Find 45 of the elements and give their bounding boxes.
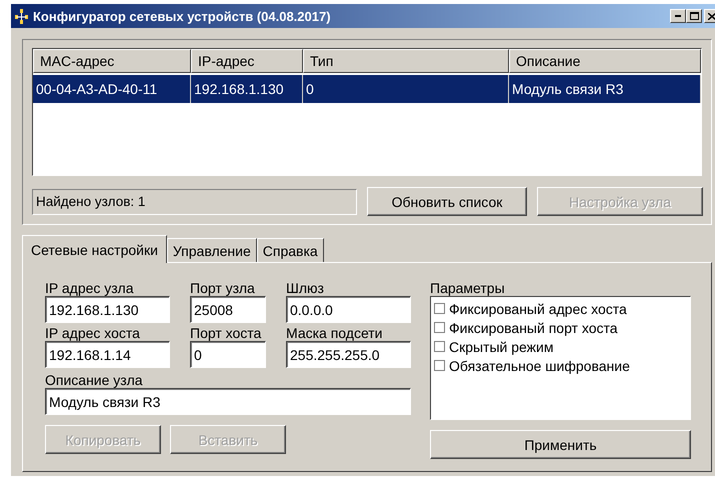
minimize-icon <box>675 15 681 17</box>
window-title: Конфигуратор сетевых устройств (04.08.2017) <box>33 8 332 24</box>
network-icon <box>13 8 30 24</box>
tab[interactable]: Управление <box>166 238 257 262</box>
column-header[interactable]: Тип <box>303 49 509 73</box>
input-field[interactable]: 255.255.255.0 <box>286 341 411 368</box>
minimize-button[interactable] <box>670 9 686 23</box>
input-field[interactable]: 192.168.1.14 <box>45 341 170 368</box>
input-field[interactable]: 192.168.1.130 <box>45 296 170 323</box>
parameters-label: Параметры <box>430 280 506 296</box>
field-label: IP адрес хоста <box>45 325 141 341</box>
field-label: Маска подсети <box>286 325 384 341</box>
checkbox[interactable] <box>434 322 445 333</box>
checkbox[interactable] <box>434 360 445 371</box>
checkbox[interactable] <box>434 341 445 352</box>
close-icon <box>708 12 715 20</box>
input-field[interactable]: 0 <box>190 341 266 368</box>
table-row[interactable]: 00-04-A3-AD-40-11 192.168.1.130 0 Модуль связи R3 <box>33 75 701 103</box>
apply-button[interactable]: Применить <box>430 430 691 459</box>
tab[interactable]: Справка <box>256 238 324 262</box>
table-cell: 192.168.1.130 <box>191 75 303 103</box>
input-field[interactable]: Модуль связи R3 <box>45 388 411 415</box>
status-field: Найдено узлов: 1 <box>32 188 357 214</box>
refresh-button[interactable]: Обновить список <box>367 187 527 216</box>
table-cell: 00-04-A3-AD-40-11 <box>33 75 191 103</box>
checkbox-label: Обязательное шифрование <box>449 358 630 374</box>
column-header[interactable]: IP-адрес <box>191 49 303 73</box>
maximize-button[interactable] <box>686 9 702 23</box>
field-label: Порт узла <box>190 280 256 296</box>
input-field[interactable]: 25008 <box>190 296 266 323</box>
table-cell: Модуль связи R3 <box>509 75 701 103</box>
table-cell: 0 <box>303 75 509 103</box>
field-label: Шлюз <box>286 280 325 296</box>
field-label: IP адрес узла <box>45 280 134 296</box>
tab[interactable]: Сетевые настройки <box>22 235 167 263</box>
checkbox-label: Фиксированый порт хоста <box>449 320 618 336</box>
input-field[interactable]: 0.0.0.0 <box>286 296 411 323</box>
field-label: Порт хоста <box>190 325 262 341</box>
column-header[interactable]: MAC-адрес <box>33 49 191 73</box>
column-header[interactable]: Описание <box>509 49 701 73</box>
field-label: Описание узла <box>45 372 144 388</box>
checkbox[interactable] <box>434 303 445 314</box>
maximize-icon <box>690 12 698 20</box>
checkbox-label: Фиксированый адрес хоста <box>449 300 627 316</box>
checkbox-label: Скрытый режим <box>449 338 554 354</box>
